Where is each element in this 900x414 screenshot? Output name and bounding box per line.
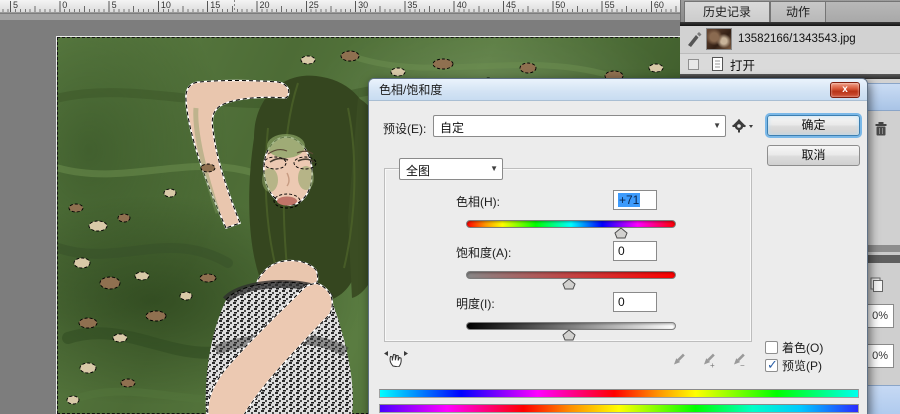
hue-label: 色相(H): — [456, 195, 500, 209]
photoshop-workspace: 5 0 5 10 15 20 25 30 35 40 45 50 55 60 历… — [0, 0, 900, 414]
lightness-input[interactable]: 0 — [613, 292, 657, 312]
close-button[interactable]: x — [830, 82, 860, 98]
scrubby-hand-icon[interactable] — [383, 347, 409, 372]
colorize-label: 着色(O) — [782, 341, 824, 355]
saturation-input[interactable]: 0 — [613, 241, 657, 261]
history-thumbnail[interactable] — [706, 28, 732, 50]
colorize-option[interactable]: 着色(O) — [765, 339, 823, 356]
channel-dropdown[interactable]: 全图 ▼ — [399, 158, 503, 180]
eyedropper-icon[interactable] — [669, 351, 687, 369]
chevron-down-icon: ▼ — [490, 164, 498, 174]
preview-option[interactable]: 预览(P) — [765, 357, 822, 374]
horizontal-ruler: 5 0 5 10 15 20 25 30 35 40 45 50 55 60 — [0, 0, 683, 13]
svg-text:+: + — [710, 361, 715, 369]
history-item-label: 13582166/1343543.jpg — [738, 33, 856, 45]
preset-value: 自定 — [440, 121, 465, 135]
eyedropper-plus-icon[interactable]: + — [699, 351, 717, 370]
history-item-snapshot[interactable]: 13582166/1343543.jpg — [680, 26, 900, 52]
lightness-label: 明度(I): — [456, 297, 495, 311]
tab-bar-filler — [826, 1, 900, 22]
channel-groupbox — [384, 168, 752, 342]
layer-page-icon[interactable] — [869, 276, 883, 297]
selected-text: +71 — [618, 193, 641, 207]
dialog-titlebar[interactable]: 色相/饱和度 x — [369, 79, 867, 101]
tab-actions[interactable]: 动作 — [770, 1, 826, 22]
preset-options-gear-icon[interactable] — [731, 118, 755, 134]
channel-value: 全图 — [406, 164, 431, 178]
history-source-checkbox[interactable] — [688, 58, 699, 70]
history-item-open[interactable]: 打开 — [680, 53, 900, 74]
ruler-cursor-marker — [234, 0, 235, 12]
ruler-major-ticks — [0, 1, 683, 12]
preview-checkbox[interactable] — [765, 357, 778, 373]
document-icon — [708, 56, 728, 72]
dialog-title: 色相/饱和度 — [379, 83, 443, 97]
colorize-checkbox[interactable] — [765, 341, 778, 354]
preview-label: 预览(P) — [782, 359, 822, 373]
cancel-button[interactable]: 取消 — [767, 145, 860, 166]
panel-tab-bar: 历史记录 动作 — [680, 0, 900, 22]
preset-dropdown[interactable]: 自定 ▼ — [433, 115, 726, 137]
history-item-label: 打开 — [730, 58, 756, 73]
lightness-slider-thumb[interactable] — [562, 328, 576, 341]
output-hue-spectrum-bar — [379, 404, 859, 413]
chevron-down-icon: ▼ — [713, 121, 721, 131]
tab-history[interactable]: 历史记录 — [684, 1, 770, 22]
input-hue-spectrum-bar — [379, 389, 859, 398]
preset-label: 预设(E): — [383, 122, 427, 136]
hue-slider-thumb[interactable] — [614, 226, 628, 239]
ruler-shadow — [0, 14, 683, 20]
saturation-slider-thumb[interactable] — [562, 277, 576, 290]
saturation-label: 饱和度(A): — [456, 246, 512, 260]
hue-slider-track[interactable] — [466, 220, 676, 228]
hue-saturation-dialog: 色相/饱和度 x 预设(E): 自定 ▼ 确定 取消 全图 ▼ 色相(H): +… — [368, 78, 868, 414]
history-brush-icon[interactable] — [684, 31, 704, 47]
eyedropper-minus-icon[interactable]: − — [729, 351, 747, 370]
hue-input[interactable]: +71 — [613, 190, 657, 210]
delete-trash-icon[interactable] — [872, 120, 890, 143]
svg-text:−: − — [740, 361, 745, 369]
ok-button[interactable]: 确定 — [767, 115, 860, 136]
